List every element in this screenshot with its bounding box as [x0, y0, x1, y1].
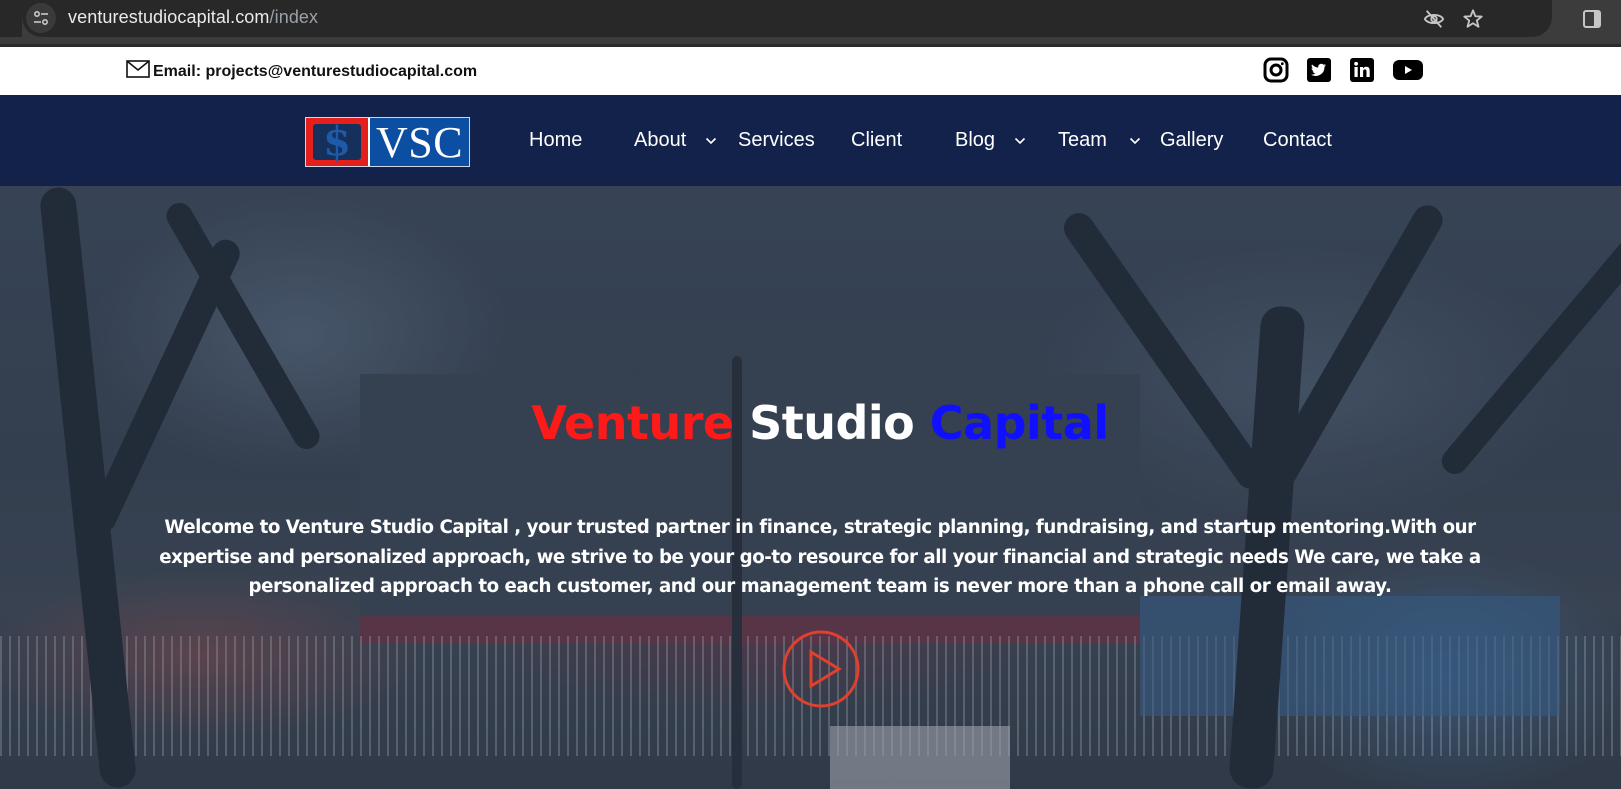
nav-gallery[interactable]: Gallery	[1160, 129, 1223, 152]
browser-toolbar: venturestudiocapital.com/index	[0, 0, 1621, 47]
url-domain: venturestudiocapital.com	[68, 7, 270, 27]
hero-title-venture: Venture	[531, 396, 734, 450]
email-contact[interactable]: Email: projects@venturestudiocapital.com	[126, 60, 477, 83]
hero-section: Venture Studio Capital Welcome to Ventur…	[0, 186, 1621, 789]
play-video-button[interactable]	[781, 629, 861, 709]
nav-about[interactable]: About	[634, 129, 686, 152]
side-panel-icon[interactable]	[1580, 7, 1604, 31]
nav-home[interactable]: Home	[529, 129, 582, 152]
nav-services[interactable]: Services	[738, 129, 815, 152]
mail-icon	[126, 60, 150, 83]
site-info-icon[interactable]	[26, 3, 56, 33]
hero-description: Welcome to Venture Studio Capital , your…	[159, 517, 1481, 597]
hero-title: Venture Studio Capital	[0, 396, 1621, 450]
url-text[interactable]: venturestudiocapital.com/index	[68, 7, 318, 28]
nav-client[interactable]: Client	[851, 129, 902, 152]
email-text: Email: projects@venturestudiocapital.com	[153, 62, 478, 80]
eye-off-icon[interactable]	[1422, 7, 1446, 31]
chevron-down-icon[interactable]	[704, 134, 718, 148]
play-icon	[782, 630, 860, 708]
url-path: /index	[269, 7, 319, 27]
nav-contact[interactable]: Contact	[1263, 129, 1332, 152]
hero-title-capital: Capital	[929, 396, 1109, 450]
site-logo[interactable]: $ VSC	[305, 117, 470, 167]
chevron-down-icon[interactable]	[1128, 134, 1142, 148]
linkedin-icon[interactable]	[1349, 57, 1375, 83]
youtube-icon[interactable]	[1392, 57, 1424, 83]
main-navbar: $ VSC Home About Services Client Blog Te…	[0, 95, 1621, 186]
twitter-icon[interactable]	[1306, 57, 1332, 83]
nav-team[interactable]: Team	[1058, 129, 1107, 152]
chevron-down-icon[interactable]	[1013, 134, 1027, 148]
address-bar[interactable]: venturestudiocapital.com/index	[0, 0, 1552, 37]
top-info-bar: Email: projects@venturestudiocapital.com	[0, 47, 1621, 95]
social-links	[1263, 57, 1424, 83]
instagram-icon[interactable]	[1263, 57, 1289, 83]
hero-title-studio: Studio	[749, 396, 915, 450]
dollar-logo-icon: $	[306, 118, 368, 166]
star-icon[interactable]	[1461, 7, 1485, 31]
nav-blog[interactable]: Blog	[955, 129, 995, 152]
logo-text: VSC	[368, 118, 469, 167]
logo-symbol: $	[323, 118, 351, 165]
